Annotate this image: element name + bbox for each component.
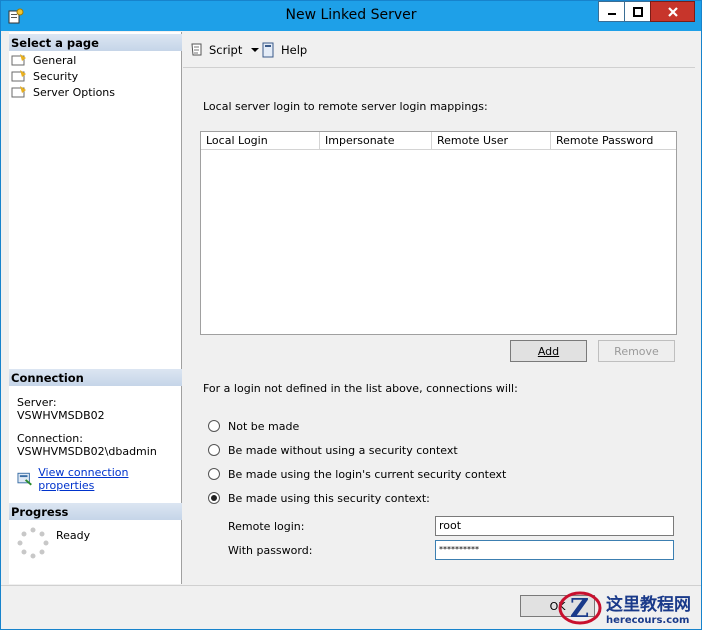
option-current-security-context[interactable]: Be made using the login's current securi… — [208, 466, 506, 482]
option-label: Be made using this security context: — [228, 491, 430, 505]
remove-button-label: Remove — [614, 344, 659, 358]
column-remote-user[interactable]: Remote User — [432, 132, 551, 150]
left-pane: Select a page General Security Server Op… — [9, 32, 182, 584]
server-value: VSWHVMSDB02 — [17, 409, 105, 422]
properties-icon — [17, 472, 32, 486]
page-label-security: Security — [33, 69, 79, 83]
page-general[interactable]: General — [11, 52, 76, 68]
page-server-options[interactable]: Server Options — [11, 84, 115, 100]
connection-label: Connection: — [17, 432, 83, 445]
watermark-text: 这里教程网 — [606, 595, 691, 615]
close-icon — [667, 6, 678, 17]
column-impersonate[interactable]: Impersonate — [320, 132, 432, 150]
close-button[interactable] — [650, 1, 695, 22]
option-label: Not be made — [228, 419, 300, 433]
progress-header: Progress — [9, 503, 182, 520]
remote-login-input[interactable]: root — [435, 516, 674, 536]
script-label: Script — [209, 43, 243, 57]
login-mappings-grid[interactable]: Local Login Impersonate Remote User Remo… — [200, 131, 677, 335]
mappings-label: Local server login to remote server logi… — [203, 100, 488, 113]
dialog-window: New Linked Server Select a page General … — [0, 0, 702, 630]
option-without-security-context[interactable]: Be made without using a security context — [208, 442, 458, 458]
password-input[interactable]: ********** — [435, 540, 674, 560]
radio-without-security-context[interactable] — [208, 444, 220, 456]
option-not-be-made[interactable]: Not be made — [208, 418, 299, 434]
chevron-down-icon — [251, 48, 260, 52]
add-button-label: Add — [537, 344, 560, 358]
view-connection-properties[interactable]: View connection properties — [17, 466, 181, 492]
password-label: With password: — [228, 544, 313, 557]
connection-header: Connection — [9, 369, 182, 386]
minimize-button[interactable] — [598, 1, 625, 22]
window-title: New Linked Server — [285, 7, 417, 23]
select-page-header: Select a page — [9, 34, 182, 51]
option-label: Be made using the login's current securi… — [228, 467, 507, 481]
maximize-button[interactable] — [624, 1, 651, 22]
page-icon — [11, 54, 26, 66]
toolbar: Script Help — [183, 32, 695, 68]
remove-button[interactable]: Remove — [598, 340, 675, 362]
right-pane: Script Help Local server login to remote… — [183, 32, 695, 584]
security-page-content: Local server login to remote server logi… — [183, 69, 695, 584]
column-local-login[interactable]: Local Login — [201, 132, 320, 150]
progress-status: Ready — [56, 529, 91, 542]
remote-login-label: Remote login: — [228, 520, 305, 533]
page-label-general: General — [33, 53, 77, 67]
server-label: Server: — [17, 396, 57, 409]
maximize-icon — [632, 6, 643, 17]
page-icon — [11, 86, 26, 98]
radio-this-security-context[interactable] — [208, 492, 220, 504]
script-button[interactable]: Script — [189, 41, 260, 59]
page-security[interactable]: Security — [11, 68, 78, 84]
watermark-subtext: herecours.com — [606, 615, 690, 626]
logo-icon: Z — [558, 591, 602, 625]
option-label: Be made without using a security context — [228, 443, 458, 457]
svg-text:Z: Z — [570, 594, 589, 624]
add-button[interactable]: Add — [510, 340, 587, 362]
help-label: Help — [281, 43, 308, 57]
minimize-icon — [607, 12, 616, 15]
watermark-logo: Z 这里教程网 herecours.com — [556, 587, 701, 629]
connection-value: VSWHVMSDB02\dbadmin — [17, 445, 157, 458]
help-button[interactable]: Help — [261, 41, 307, 59]
page-icon — [11, 70, 26, 82]
page-label-server-options: Server Options — [33, 85, 116, 99]
help-icon — [262, 42, 274, 58]
script-icon — [191, 43, 202, 56]
column-remote-password[interactable]: Remote Password — [551, 132, 676, 150]
radio-not-be-made[interactable] — [208, 420, 220, 432]
radio-current-security-context[interactable] — [208, 468, 220, 480]
progress-spinner-icon — [17, 527, 49, 559]
option-this-security-context[interactable]: Be made using this security context: — [208, 490, 430, 506]
title-bar: New Linked Server — [1, 1, 701, 31]
view-connection-properties-link[interactable]: View connection properties — [38, 466, 181, 492]
connections-label: For a login not defined in the list abov… — [203, 382, 518, 395]
